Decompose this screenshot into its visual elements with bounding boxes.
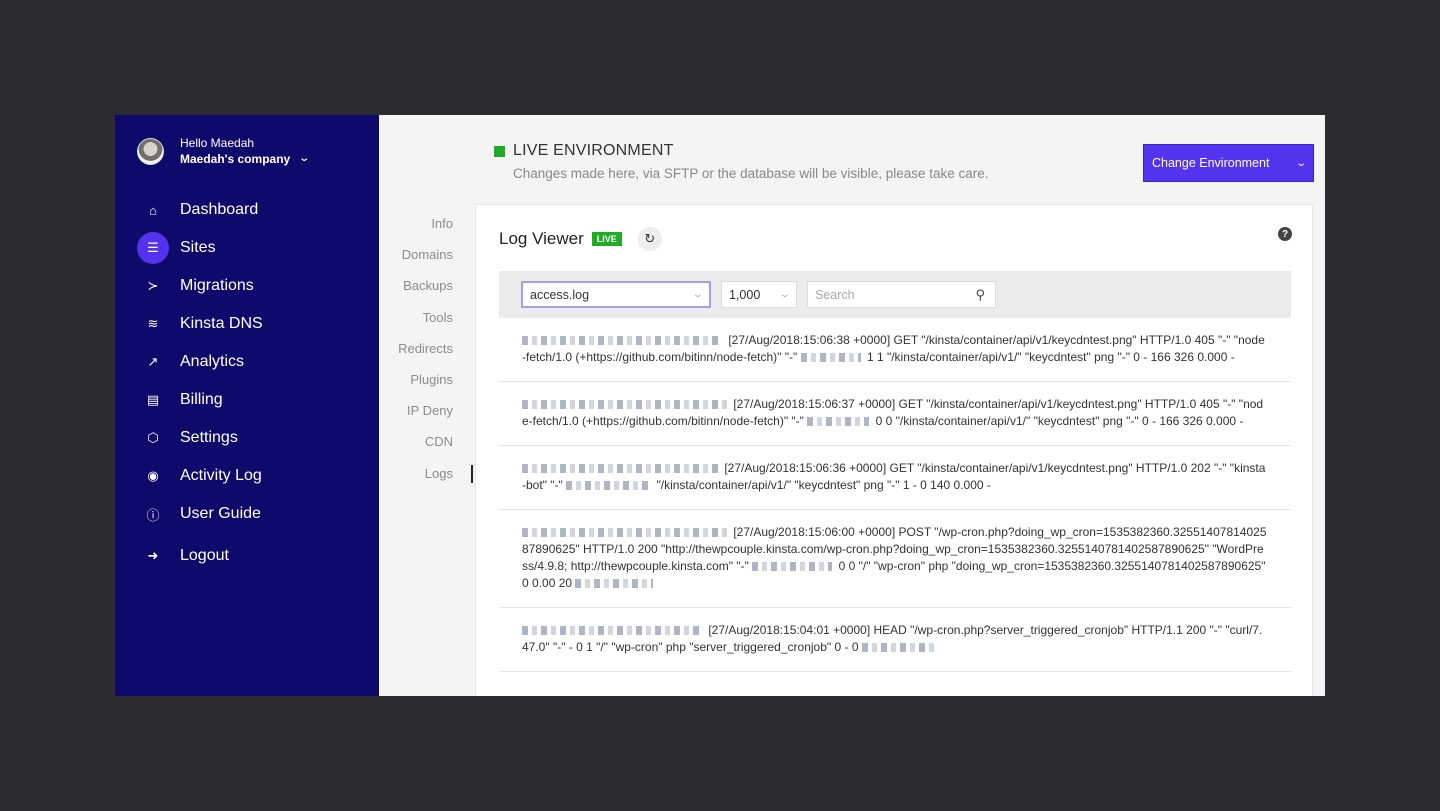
log-entry: [27/Aug/2018:15:06:37 +0000] GET "/kinst… — [499, 382, 1291, 446]
environment-banner: LIVE ENVIRONMENT Changes made here, via … — [494, 142, 989, 181]
sidebar-item-label: Activity Log — [180, 467, 262, 484]
dns-icon: ≋ — [147, 316, 159, 331]
question-circle-icon: ⓘ — [146, 507, 160, 523]
log-entry: [27/Aug/2018:15:04:01 +0000] HEAD "/wp-c… — [499, 608, 1291, 672]
merge-arrow-icon: ≻ — [147, 278, 159, 293]
subnav-item-plugins[interactable]: Plugins — [379, 371, 473, 402]
sidebar-item-label: Logout — [180, 547, 229, 564]
refresh-icon[interactable]: ↻ — [637, 227, 662, 251]
sidebar-item-activity-log[interactable]: ◉ Activity Log — [137, 457, 367, 495]
log-file-select[interactable]: access.log ⌄ — [521, 281, 711, 308]
sidebar-item-migrations[interactable]: ≻ Migrations — [137, 267, 367, 305]
sidebar-item-label: Migrations — [180, 277, 254, 294]
chevron-down-icon: ⌄ — [1294, 157, 1307, 169]
chevron-down-icon: ⌄ — [779, 289, 791, 299]
app-window: Hello Maedah Maedah's company ⌄ ⌂ Dashbo… — [115, 115, 1325, 696]
log-file-value: access.log — [530, 287, 590, 302]
log-text: "/kinsta/container/api/v1/" "keycdntest"… — [656, 478, 991, 492]
sidebar-item-label: Analytics — [180, 353, 245, 370]
sidebar-item-label: Billing — [180, 391, 223, 408]
site-subnav: Info Domains Backups Tools Redirects Plu… — [379, 215, 473, 496]
subnav-item-logs[interactable]: Logs — [379, 464, 473, 496]
environment-description: Changes made here, via SFTP or the datab… — [513, 166, 989, 181]
sidebar-item-logout[interactable]: ➜ Logout — [137, 537, 367, 575]
card-icon: ▤ — [146, 392, 160, 407]
layers-icon: ☰ — [137, 232, 169, 264]
redacted-data — [800, 353, 861, 363]
sidebar-item-user-guide[interactable]: ⓘ User Guide — [137, 495, 367, 533]
company-name: Maedah's company — [180, 152, 291, 166]
trend-up-icon: ↗ — [147, 354, 159, 369]
log-text: 1 1 "/kinsta/container/api/v1/" "keycdnt… — [866, 350, 1235, 364]
redacted-data — [861, 643, 936, 653]
account-switcher[interactable]: Hello Maedah Maedah's company ⌄ — [137, 135, 311, 167]
logout-icon: ➜ — [147, 548, 159, 563]
help-icon[interactable]: ? — [1278, 227, 1292, 241]
subnav-item-cdn[interactable]: CDN — [379, 433, 473, 464]
sidebar-item-kinsta-dns[interactable]: ≋ Kinsta DNS — [137, 305, 367, 343]
sidebar-item-label: Sites — [180, 239, 216, 256]
redacted-data — [566, 481, 651, 491]
subnav-item-ip-deny[interactable]: IP Deny — [379, 402, 473, 433]
sidebar-item-label: User Guide — [180, 505, 261, 522]
live-status-indicator — [494, 145, 505, 157]
chevron-down-icon[interactable]: ⌄ — [299, 151, 311, 167]
redacted-data — [807, 417, 870, 427]
sidebar-item-sites[interactable]: ☰ Sites — [137, 229, 367, 267]
panel-title: Log Viewer — [499, 229, 584, 248]
search-input[interactable] — [815, 287, 955, 302]
sidebar-nav: ⌂ Dashboard ☰ Sites ≻ Migrations ≋ Kinst… — [137, 191, 367, 575]
log-viewer-panel: Log Viewer LIVE ↻ ? access.log ⌄ 1,000 ⌄… — [475, 204, 1313, 696]
environment-title: LIVE ENVIRONMENT — [513, 142, 674, 159]
sidebar-item-billing[interactable]: ▤ Billing — [137, 381, 367, 419]
live-badge: LIVE — [591, 232, 622, 246]
subnav-item-redirects[interactable]: Redirects — [379, 340, 473, 371]
redacted-data — [575, 579, 654, 589]
sidebar-item-dashboard[interactable]: ⌂ Dashboard — [137, 191, 367, 229]
sidebar-item-label: Dashboard — [180, 201, 259, 218]
sidebar-item-label: Settings — [180, 429, 238, 446]
subnav-item-tools[interactable]: Tools — [379, 309, 473, 340]
change-environment-button[interactable]: Change Environment ⌄ — [1143, 144, 1314, 182]
avatar — [137, 137, 164, 165]
redacted-data — [752, 562, 833, 572]
user-greeting: Hello Maedah — [180, 136, 255, 150]
sidebar-item-settings[interactable]: ⬡ Settings — [137, 419, 367, 457]
search-box: ⚲ — [807, 281, 996, 308]
redacted-ip — [522, 464, 718, 474]
search-icon[interactable]: ⚲ — [975, 287, 985, 303]
log-entry: [27/Aug/2018:15:06:36 +0000] GET "/kinst… — [499, 446, 1291, 510]
subnav-item-info[interactable]: Info — [379, 215, 473, 246]
redacted-ip — [522, 336, 722, 346]
subnav-item-backups[interactable]: Backups — [379, 277, 473, 308]
sidebar-item-analytics[interactable]: ↗ Analytics — [137, 343, 367, 381]
change-environment-label: Change Environment — [1152, 156, 1270, 170]
hexagon-gear-icon: ⬡ — [147, 430, 159, 445]
redacted-ip — [522, 400, 727, 410]
log-toolbar: access.log ⌄ 1,000 ⌄ ⚲ — [499, 271, 1291, 318]
redacted-ip — [522, 626, 702, 636]
log-entry: [27/Aug/2018:15:06:38 +0000] GET "/kinst… — [499, 318, 1291, 382]
sidebar-item-label: Kinsta DNS — [180, 315, 263, 332]
main-content: LIVE ENVIRONMENT Changes made here, via … — [379, 115, 1325, 696]
log-list: [27/Aug/2018:15:06:38 +0000] GET "/kinst… — [499, 318, 1291, 672]
chevron-down-icon: ⌄ — [692, 289, 704, 299]
line-count-select[interactable]: 1,000 ⌄ — [721, 281, 797, 308]
eye-icon: ◉ — [147, 468, 159, 483]
line-count-value: 1,000 — [729, 287, 761, 302]
log-text: 0 0 "/kinsta/container/api/v1/" "keycdnt… — [875, 414, 1244, 428]
subnav-item-domains[interactable]: Domains — [379, 246, 473, 277]
log-entry: [27/Aug/2018:15:06:00 +0000] POST "/wp-c… — [499, 510, 1291, 608]
sidebar: Hello Maedah Maedah's company ⌄ ⌂ Dashbo… — [115, 115, 379, 696]
redacted-ip — [522, 528, 727, 538]
home-icon: ⌂ — [149, 202, 157, 218]
